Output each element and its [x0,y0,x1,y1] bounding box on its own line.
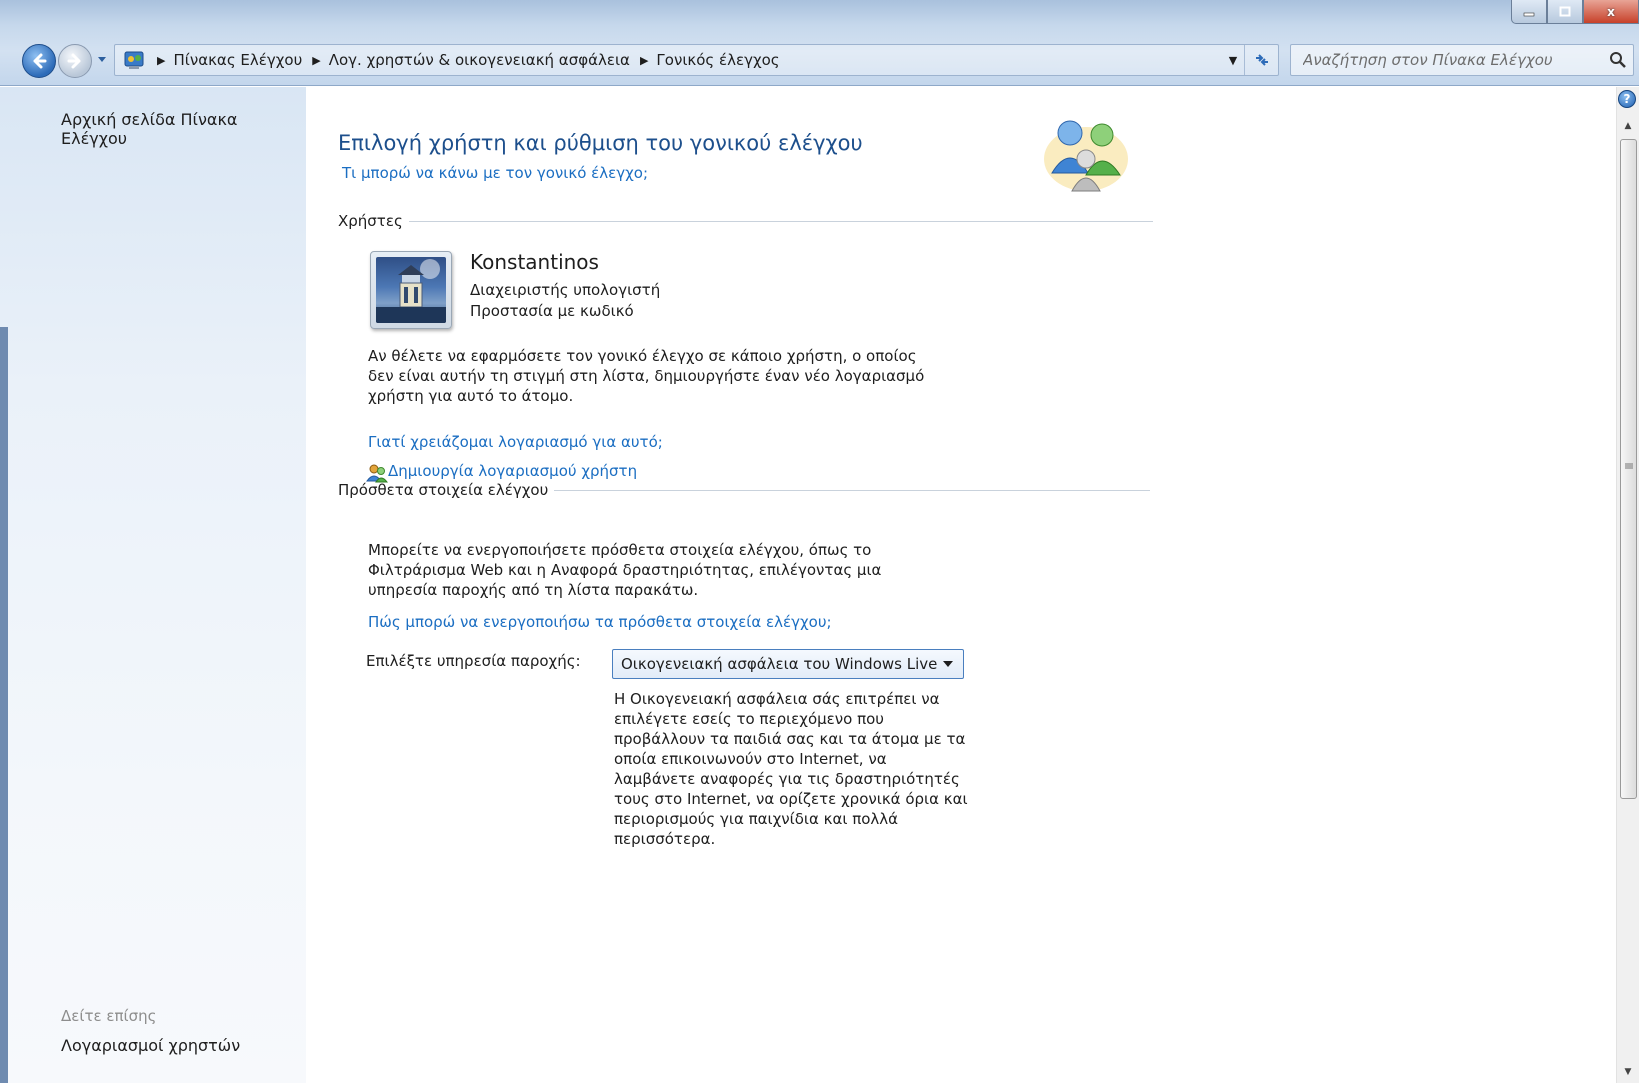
family-safety-icon [1044,120,1128,192]
user-role: Διαχειριστής υπολογιστή [470,281,661,299]
chevron-down-icon [943,661,953,667]
description-line: οποία επικοινωνούν στο Internet, να [614,750,887,768]
description-line: περιορισμούς για παιχνίδια και πολλά [614,810,899,828]
provider-selected-value: Οικογενειακή ασφάλεια του Windows Live [621,655,938,673]
breadcrumb-user-accounts[interactable]: Λογ. χρηστών & οικογενειακή ασφάλεια [329,51,630,69]
user-name[interactable]: Konstantinos [470,250,599,274]
address-controls: ▼ [1222,45,1278,75]
see-also-heading: Δείτε επίσης [61,1007,157,1025]
breadcrumb-parental-controls[interactable]: Γονικός έλεγχος [656,51,779,69]
minimize-button[interactable] [1511,0,1547,24]
user-password-status: Προστασία με κωδικό [470,302,634,320]
paragraph-line: Φιλτράρισμα Web και η Αναφορά δραστηριότ… [368,561,882,579]
scroll-down-icon[interactable]: ▼ [1617,1063,1639,1081]
scrollbar-grip-icon [1625,463,1633,469]
description-line: Η Οικογενειακή ασφάλεια σάς επιτρέπει να [614,690,940,708]
description-line: περισσότερα. [614,830,716,848]
navigation-pane: Αρχική σελίδα Πίνακα Ελέγχου Δείτε επίση… [0,87,306,1083]
main-content: Επιλογή χρήστη και ρύθμιση του γονικού ε… [306,87,1616,1083]
users-section-title: Χρήστες [338,212,403,230]
control-panel-icon [121,47,147,73]
paragraph-line: υπηρεσία παροχής από τη λίστα παρακάτω. [368,581,699,599]
pane-edge [0,327,8,1083]
section-divider [408,220,1153,222]
provider-select[interactable]: Οικογενειακή ασφάλεια του Windows Live [612,649,964,679]
user-avatar-lighthouse [376,257,446,323]
vertical-scrollbar[interactable]: ▲ ▼ [1616,87,1639,1083]
address-dropdown-icon[interactable]: ▼ [1222,45,1244,75]
provider-description: Η Οικογενειακή ασφάλεια σάς επιτρέπει να… [614,689,974,849]
minimize-icon [1523,12,1535,16]
user-account-tile[interactable] [370,251,452,329]
help-icon[interactable]: ? [1618,90,1636,108]
paragraph-line: Μπορείτε να ενεργοποιήσετε πρόσθετα στοι… [368,541,872,559]
breadcrumb-separator-icon[interactable]: ▶ [157,54,165,67]
window-controls: x [1511,0,1639,24]
maximize-button[interactable] [1547,0,1583,24]
new-user-paragraph: Αν θέλετε να εφαρμόσετε τον γονικό έλεγχ… [368,346,924,406]
scrollbar-thumb[interactable] [1620,139,1637,799]
search-icon[interactable] [1609,51,1627,69]
maximize-icon [1559,6,1571,17]
provider-label: Επιλέξτε υπηρεσία παροχής: [366,652,581,670]
refresh-button[interactable] [1244,45,1278,75]
user-accounts-link[interactable]: Λογαριασμοί χρηστών [61,1036,240,1055]
forward-arrow-icon [67,53,81,69]
breadcrumb-separator-icon[interactable]: ▶ [312,54,320,67]
refresh-icon [1255,54,1268,66]
extra-controls-section-header: Πρόσθετα στοιχεία ελέγχου [338,481,1151,499]
section-divider [554,489,1151,491]
scroll-up-icon[interactable]: ▲ [1617,117,1639,135]
close-icon: x [1607,4,1615,19]
description-line: προβάλλουν τα παιδιά σας και τα άτομα με… [614,730,966,748]
back-button[interactable] [22,44,56,78]
title-bar: x ▶ Πίνακας Ελέγχου ▶ Λογ. χρηστών & οικ… [0,0,1639,86]
description-line: λαμβάνετε αναφορές για τις δραστηριότητέ… [614,770,960,788]
breadcrumb-control-panel[interactable]: Πίνακας Ελέγχου [173,51,302,69]
recent-pages-dropdown-icon[interactable] [96,53,108,65]
control-panel-home-link[interactable]: Αρχική σελίδα Πίνακα Ελέγχου [61,110,306,148]
enable-extra-controls-link[interactable]: Πώς μπορώ να ενεργοποιήσω τα πρόσθετα στ… [368,613,832,631]
close-button[interactable]: x [1583,0,1639,24]
page-title: Επιλογή χρήστη και ρύθμιση του γονικού ε… [338,131,863,155]
extra-controls-section-title: Πρόσθετα στοιχεία ελέγχου [338,481,549,499]
breadcrumb-separator-icon[interactable]: ▶ [640,54,648,67]
users-section-header: Χρήστες [338,212,1153,230]
create-user-icon [366,464,388,483]
why-account-link[interactable]: Γιατί χρειάζομαι λογαριασμό για αυτό; [368,433,663,451]
back-arrow-icon [33,53,47,69]
paragraph-line: Αν θέλετε να εφαρμόσετε τον γονικό έλεγχ… [368,347,917,365]
description-line: τους στο Internet, να ορίζετε χρονικά όρ… [614,790,968,808]
create-user-account-link[interactable]: Δημιουργία λογαριασμού χρήστη [388,462,637,480]
paragraph-line: δεν είναι αυτήν τη στιγμή στη λίστα, δημ… [368,367,925,385]
paragraph-line: χρήστη για αυτό το άτομο. [368,387,574,405]
search-input[interactable] [1291,51,1591,69]
forward-button[interactable] [58,44,92,78]
search-box[interactable] [1290,44,1634,76]
extra-controls-paragraph: Μπορείτε να ενεργοποιήσετε πρόσθετα στοι… [368,540,881,600]
parental-controls-help-link[interactable]: Τι μπορώ να κάνω με τον γονικό έλεγχο; [342,164,648,182]
address-bar[interactable]: ▶ Πίνακας Ελέγχου ▶ Λογ. χρηστών & οικογ… [114,44,1279,76]
description-line: επιλέγετε εσείς το περιεχόμενο που [614,710,884,728]
